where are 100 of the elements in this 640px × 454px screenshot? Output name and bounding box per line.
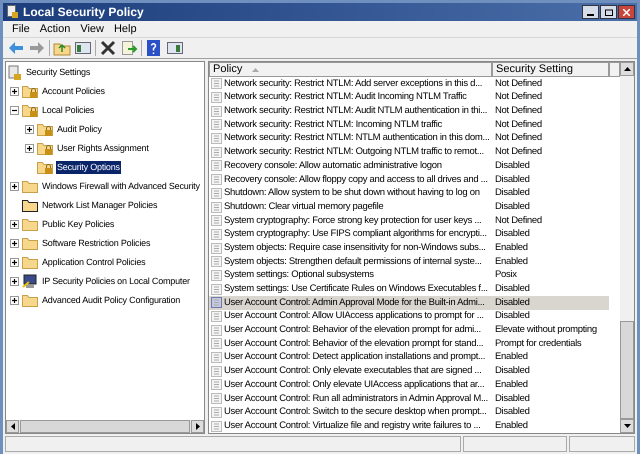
table-row[interactable]: Network security: Restrict NTLM: Audit NTLM authentication in thi... Not Defined [209, 104, 609, 118]
policy-name: User Account Control: Switch to the secure desktop when prompt... [224, 405, 486, 420]
security-setting: Not Defined [494, 76, 542, 91]
tree-item[interactable]: Software Restriction Policies [41, 236, 152, 250]
column-header[interactable]: Security Setting [492, 62, 609, 77]
menu-item[interactable]: Help [108, 20, 142, 38]
policy-icon [211, 174, 222, 186]
folder-icon [22, 179, 38, 194]
column-header[interactable]: Policy [209, 62, 492, 77]
table-row[interactable]: System objects: Strengthen default permissions of internal syste... Enabled [209, 254, 609, 269]
table-row[interactable]: User Account Control: Switch to the secure desktop when prompt... Disabled [209, 406, 609, 420]
tree-item[interactable]: Account Policies [41, 84, 106, 98]
table-row[interactable]: User Account Control: Allow UIAccess applications to prompt for ... Disabled [209, 310, 609, 324]
right-arrow-icon [196, 422, 200, 430]
expand-icon[interactable] [10, 220, 19, 229]
close-icon [623, 8, 630, 16]
table-row[interactable]: User Account Control: Only elevate UIAccess applications that ar... Enabled [209, 378, 609, 392]
menu-item[interactable]: File [7, 20, 35, 38]
tree-item[interactable]: User Rights Assignment [56, 142, 150, 156]
collapse-icon[interactable] [10, 106, 19, 115]
security-setting: Enabled [494, 418, 528, 433]
tree-item[interactable]: Network List Manager Policies [41, 198, 158, 212]
folder-icon [22, 255, 38, 270]
tree-item[interactable]: Public Key Policies [41, 218, 116, 232]
close-button[interactable] [618, 5, 635, 19]
policy-icon [211, 297, 222, 308]
table-row[interactable]: User Account Control: Behavior of the elevation prompt for admi... Elevate without prompting [209, 323, 609, 338]
expand-icon[interactable] [25, 144, 34, 153]
security-setting: Enabled [494, 240, 528, 255]
table-row[interactable]: User Account Control: Run all administrators in Admin Approval M... Disabled [209, 392, 609, 406]
table-row[interactable]: Network security: Restrict NTLM: NTLM authentication in this dom... Not Defined [209, 132, 609, 146]
policy-icon [211, 256, 222, 268]
table-row[interactable]: Network security: Restrict NTLM: Outgoing NTLM traffic to remot... Not Defined [209, 145, 609, 160]
folder-icon [22, 293, 38, 308]
table-row[interactable]: System cryptography: Force strong key protection for user keys ... Not Defined [209, 214, 609, 228]
expand-icon[interactable] [10, 239, 19, 248]
expand-icon[interactable] [10, 87, 19, 96]
security-setting: Disabled [494, 392, 530, 406]
menu-item[interactable]: View [75, 20, 109, 38]
policy-icon [211, 92, 222, 104]
policy-name: System cryptography: Force strong key protection for user keys ... [224, 214, 482, 228]
folder-icon [22, 217, 38, 232]
policy-icon [211, 338, 222, 350]
locked-folder-icon [37, 141, 53, 156]
minimize-button[interactable] [582, 5, 599, 19]
pane-icon[interactable] [166, 39, 184, 57]
table-row[interactable]: User Account Control: Admin Approval Mode for the Built-in Admi... Disabled [209, 296, 609, 310]
security-setting: Posix [494, 268, 517, 282]
table-row[interactable]: User Account Control: Behavior of the elevation prompt for stand... Prompt for credentials [209, 337, 609, 351]
scroll-thumb[interactable] [620, 321, 634, 419]
tree-item[interactable]: Windows Firewall with Advanced Security [41, 180, 201, 194]
pane-icon[interactable] [74, 39, 92, 57]
table-row[interactable]: System settings: Optional subsystems Posix [209, 268, 609, 282]
security-setting: Not Defined [494, 214, 542, 228]
menu-item[interactable]: Action [34, 20, 76, 38]
policy-name: Shutdown: Clear virtual memory pagefile [224, 200, 384, 214]
policy-icon [211, 366, 222, 377]
table-row[interactable]: Shutdown: Clear virtual memory pagefile Disabled [209, 200, 609, 214]
table-row[interactable]: Network security: Restrict NTLM: Add server exceptions in this d... Not Defined [209, 77, 609, 91]
table-row[interactable]: Recovery console: Allow automatic administrative logon Disabled [209, 159, 609, 173]
help-icon[interactable] [145, 39, 163, 57]
maximize-button[interactable] [600, 5, 617, 19]
tree-item[interactable]: Security Settings [25, 66, 92, 80]
table-row[interactable]: User Account Control: Detect application installations and prompt... Enabled [209, 350, 609, 364]
tree-item[interactable]: IP Security Policies on Local Computer [41, 274, 191, 288]
expand-icon[interactable] [10, 182, 19, 191]
locked-folder-icon [22, 84, 38, 99]
table-row[interactable]: Network security: Restrict NTLM: Incoming NTLM traffic Not Defined [209, 118, 609, 132]
locked-folder-icon [37, 160, 53, 175]
tree-item[interactable]: Advanced Audit Policy Configuration [41, 294, 182, 308]
security-setting: Disabled [494, 172, 530, 187]
table-row[interactable]: System cryptography: Use FIPS compliant algorithms for encrypti... Disabled [209, 228, 609, 242]
tree-item[interactable]: Application Control Policies [41, 256, 146, 270]
expand-icon[interactable] [10, 258, 19, 267]
table-row[interactable]: System settings: Use Certificate Rules on Windows Executables f... Disabled [209, 282, 609, 296]
policy-icon [211, 393, 222, 404]
tree-item[interactable]: Security Options [56, 160, 121, 174]
expand-icon[interactable] [10, 277, 19, 286]
security-setting: Elevate without prompting [494, 323, 597, 338]
security-setting: Enabled [494, 254, 528, 269]
expand-icon[interactable] [25, 125, 34, 134]
policy-name: System objects: Require case insensitivity for non-Windows subs... [224, 240, 486, 255]
security-setting: Disabled [494, 200, 530, 214]
policy-name: System cryptography: Use FIPS compliant algorithms for encrypti... [224, 227, 487, 242]
tree-item[interactable]: Local Policies [41, 104, 96, 118]
vertical-scrollbar[interactable] [620, 62, 634, 433]
table-row[interactable]: Network security: Restrict NTLM: Audit Incoming NTLM Traffic Not Defined [209, 90, 609, 104]
table-row[interactable]: Recovery console: Allow floppy copy and access to all drives and ... Disabled [209, 172, 609, 186]
policy-icon [211, 242, 222, 254]
table-row[interactable]: Shutdown: Allow system to be shut down without having to log on Disabled [209, 186, 609, 200]
column-header[interactable] [609, 62, 620, 77]
security-setting: Enabled [494, 378, 528, 392]
table-row[interactable]: User Account Control: Only elevate executables that are signed ... Disabled [209, 364, 609, 378]
tree-item[interactable]: Audit Policy [56, 122, 103, 136]
policy-name: Recovery console: Allow floppy copy and access to all drives and ... [224, 172, 488, 187]
delete-icon[interactable] [99, 39, 117, 57]
table-row[interactable]: User Account Control: Virtualize file and registry write failures to ... Enabled [209, 419, 609, 433]
expand-icon[interactable] [10, 296, 19, 305]
table-row[interactable]: System objects: Require case insensitivity for non-Windows subs... Enabled [209, 241, 609, 255]
security-setting: Disabled [494, 227, 530, 242]
